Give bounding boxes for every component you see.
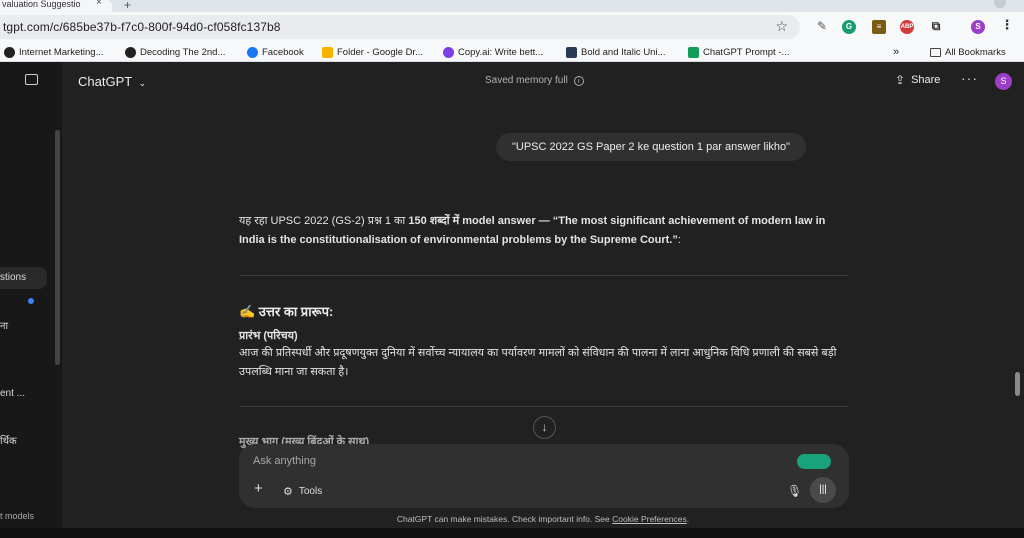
sidebar-scrollbar[interactable]	[55, 130, 60, 365]
chat-scrollbar[interactable]	[1015, 372, 1020, 396]
url-text: tgpt.com/c/685be37b-f7c0-800f-94d0-cf058…	[3, 20, 281, 34]
grammarly-extension-icon[interactable]: G	[842, 20, 856, 34]
google-drive-icon	[322, 46, 333, 58]
browser-tab-strip: valuation Suggestio × +	[0, 0, 1024, 12]
openai-icon	[125, 46, 136, 58]
scroll-to-bottom-button[interactable]: ↓	[533, 416, 556, 439]
assistant-intro: यह रहा UPSC 2022 (GS-2) प्रश्न 1 का 150 …	[239, 215, 826, 246]
tools-button[interactable]: ⚙ Tools	[283, 485, 322, 498]
arrow-down-icon: ↓	[541, 420, 548, 434]
grammarly-widget-icon[interactable]	[797, 454, 831, 469]
share-icon: ⇪	[895, 73, 906, 87]
address-bar[interactable]: tgpt.com/c/685be37b-f7c0-800f-94d0-cf058…	[0, 15, 800, 39]
bookmarks-bar: Internet Marketing... Decoding The 2nd..…	[0, 42, 1024, 62]
text-icon	[566, 46, 577, 58]
subsection-body: आज की प्रतिस्पर्धी और प्रदूषणयुक्त दुनिय…	[239, 347, 837, 378]
kebab-menu-icon[interactable]: ⋮	[1000, 18, 1014, 32]
browser-toolbar: tgpt.com/c/685be37b-f7c0-800f-94d0-cf058…	[0, 12, 1024, 42]
user-message-bubble: "UPSC 2022 GS Paper 2 ke question 1 par …	[496, 133, 807, 161]
extensions-puzzle-icon[interactable]: ⧉	[929, 19, 943, 33]
model-selector[interactable]: ChatGPT ⌄	[78, 74, 146, 89]
sidebar-item[interactable]: t models	[0, 511, 34, 521]
taskbar-strip	[0, 528, 1024, 538]
browser-tab-title: valuation Suggestio	[2, 0, 81, 9]
sidebar: stions ना ent ... र्थिक t models	[0, 62, 62, 538]
star-icon[interactable]: ☆	[775, 18, 788, 35]
subsection-title: प्रारंभ (परिचय)	[239, 330, 298, 342]
window-control-icon[interactable]	[994, 0, 1006, 8]
sliders-icon: ⚙	[283, 486, 293, 498]
bookmark-item[interactable]: Decoding The 2nd...	[125, 45, 225, 59]
facebook-icon	[247, 46, 258, 58]
copyai-icon	[443, 46, 454, 58]
sidebar-item[interactable]: ना	[0, 318, 8, 332]
voice-mode-button[interactable]: |||	[810, 477, 836, 503]
chevron-down-icon: ⌄	[138, 78, 147, 88]
openai-icon	[4, 46, 15, 58]
bookmark-item[interactable]: ChatGPT Prompt -...	[688, 45, 789, 59]
chat-main: ChatGPT ⌄ Saved memory full i ⇪ Share ··…	[62, 62, 1024, 538]
info-icon[interactable]: i	[573, 75, 584, 86]
bookmark-item[interactable]: Copy.ai: Write bett...	[443, 45, 543, 59]
avatar[interactable]: S	[995, 73, 1012, 90]
bookmark-item[interactable]: Facebook	[247, 45, 304, 59]
close-icon[interactable]: ×	[96, 0, 102, 8]
message-input[interactable]	[253, 455, 653, 467]
cookie-preferences-link[interactable]: Cookie Preferences	[612, 514, 687, 524]
bookmark-item[interactable]: Folder - Google Dr...	[322, 45, 423, 59]
sidebar-item[interactable]: stions	[0, 272, 26, 283]
disclaimer: ChatGPT can make mistakes. Check importa…	[396, 514, 690, 524]
divider	[239, 406, 848, 407]
unread-dot	[28, 298, 34, 304]
bookmark-item[interactable]: Internet Marketing...	[4, 45, 103, 59]
more-options-icon[interactable]: ···	[961, 70, 978, 86]
waveform-icon: |||	[819, 484, 827, 495]
sidebar-item[interactable]: र्थिक	[0, 433, 17, 447]
sidebar-toggle-icon[interactable]	[25, 74, 38, 85]
sheets-icon	[688, 46, 699, 58]
microphone-icon[interactable]: 🎙	[787, 484, 802, 498]
pen-icon[interactable]: ✎	[815, 19, 829, 33]
notes-extension-icon[interactable]: ≡	[872, 20, 886, 34]
message-composer: + ⚙ Tools 🎙 |||	[239, 444, 849, 508]
sidebar-item[interactable]: ent ...	[0, 388, 25, 399]
new-tab-icon[interactable]: +	[124, 0, 131, 12]
share-button[interactable]: ⇪ Share	[895, 73, 940, 87]
bookmarks-overflow-button[interactable]: »	[893, 45, 899, 59]
adblock-extension-icon[interactable]: ABP	[900, 20, 914, 34]
plus-icon[interactable]: +	[254, 480, 263, 497]
divider	[239, 275, 848, 276]
bookmark-item[interactable]: Bold and Italic Uni...	[566, 45, 666, 59]
folder-icon	[930, 47, 941, 57]
section-heading: ✍️ उत्तर का प्रारूप:	[239, 304, 334, 319]
browser-tab[interactable]: valuation Suggestio ×	[0, 0, 112, 12]
profile-avatar[interactable]: S	[971, 20, 985, 34]
all-bookmarks-button[interactable]: All Bookmarks	[930, 45, 1006, 59]
memory-status: Saved memory full i	[485, 75, 584, 86]
